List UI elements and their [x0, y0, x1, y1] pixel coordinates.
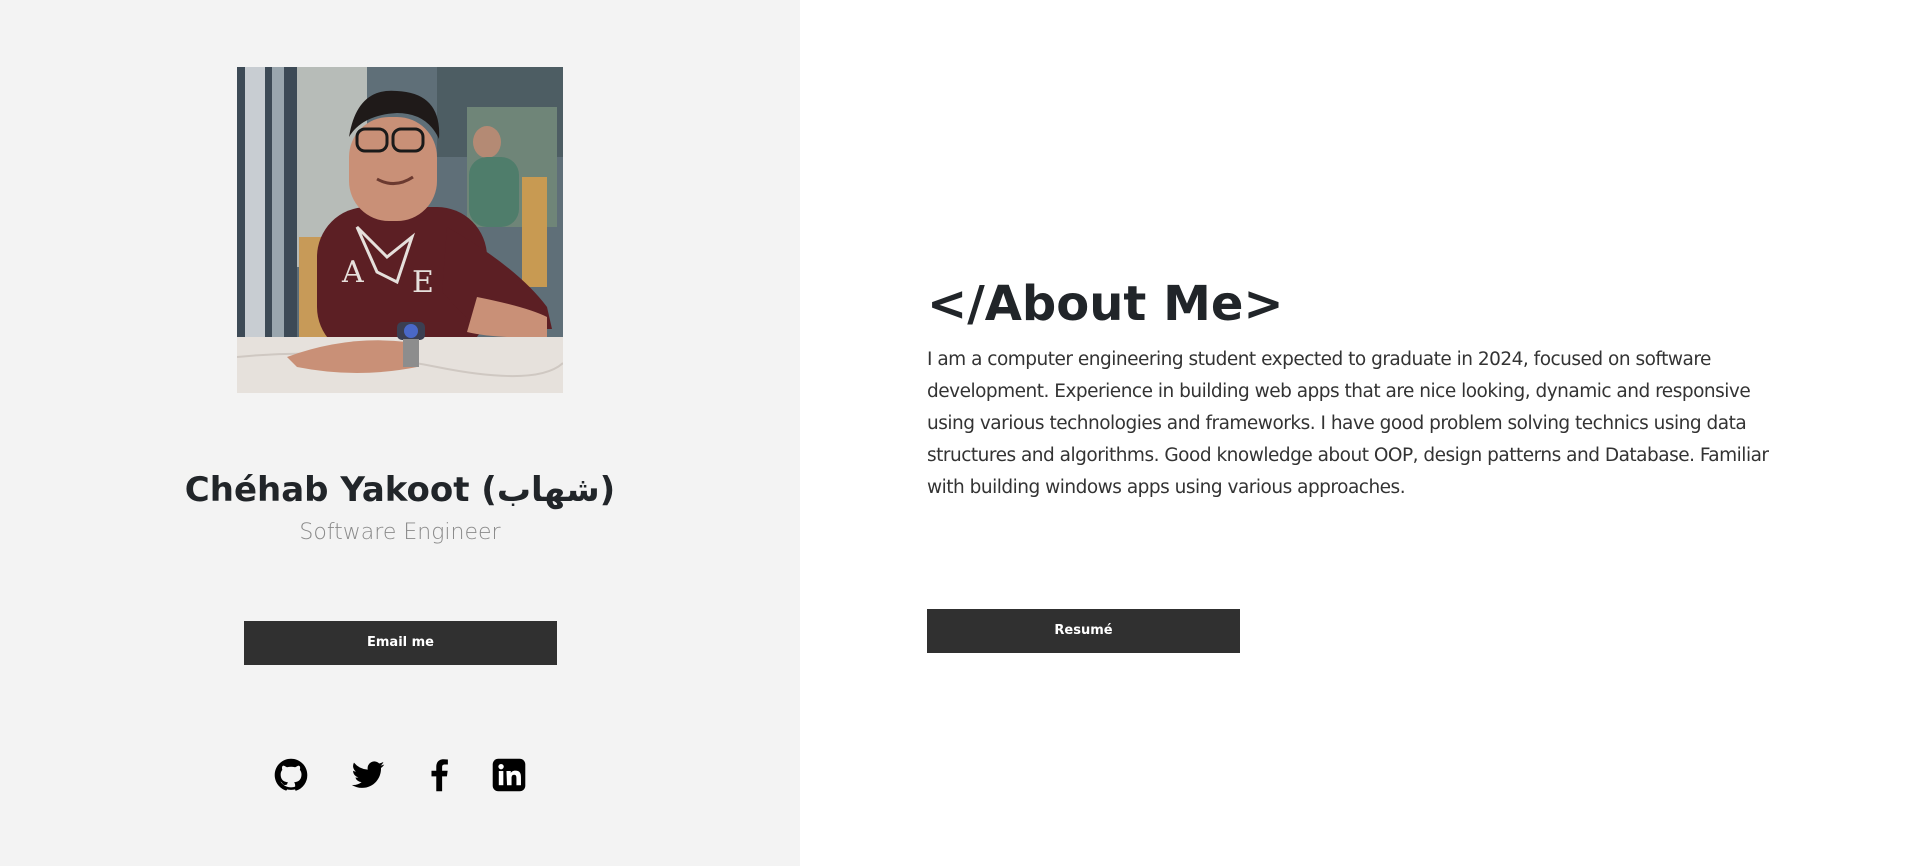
twitter-icon	[351, 761, 385, 788]
github-icon	[274, 758, 308, 791]
svg-text:E: E	[412, 265, 434, 300]
facebook-icon	[431, 759, 448, 792]
profile-role: Software Engineer	[299, 520, 501, 545]
about-text: I am a computer engineering student expe…	[927, 349, 1769, 498]
page: A E Chéhab Yakoot (شهاب) Software Engine…	[0, 0, 1920, 866]
email-button[interactable]: Email me	[244, 621, 557, 665]
svg-text:A: A	[341, 255, 364, 290]
linkedin-link[interactable]	[489, 755, 529, 795]
resume-button[interactable]: Resumé	[927, 609, 1240, 653]
linkedin-icon	[492, 758, 526, 792]
github-link[interactable]	[271, 755, 311, 795]
social-links	[0, 755, 800, 799]
profile-name: Chéhab Yakoot (شهاب)	[184, 470, 616, 510]
profile-panel: A E Chéhab Yakoot (شهاب) Software Engine…	[0, 0, 800, 866]
profile-photo: A E	[237, 67, 563, 393]
facebook-link[interactable]	[419, 755, 459, 795]
twitter-link[interactable]	[348, 755, 388, 795]
about-title: </About Me>	[927, 276, 1284, 332]
profile-photo-image: A E	[237, 67, 563, 393]
